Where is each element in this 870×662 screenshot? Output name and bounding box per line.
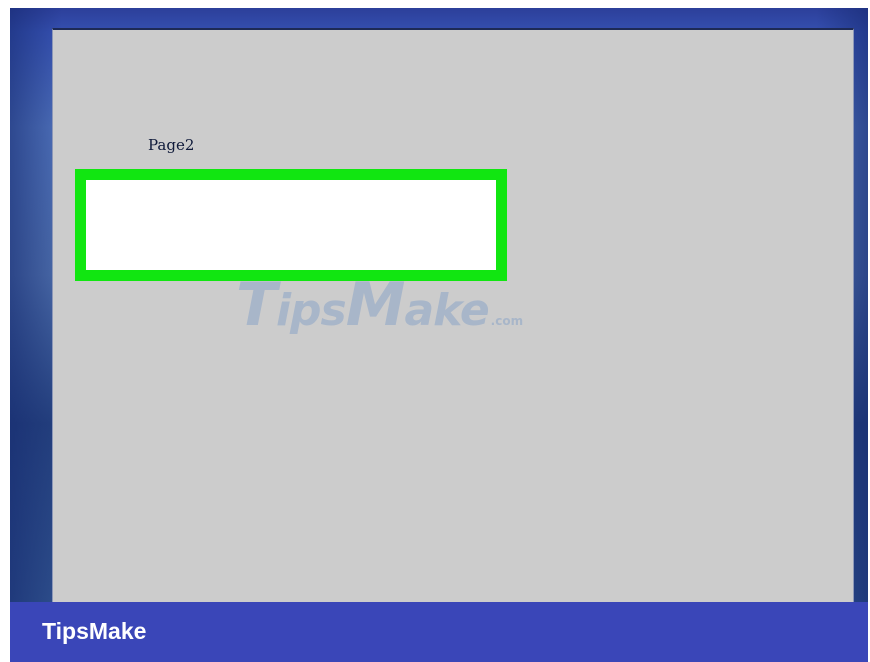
page-label: Page2: [148, 136, 195, 154]
footer-bar: TipsMake: [10, 602, 868, 662]
highlighted-text-box[interactable]: [75, 169, 507, 281]
screenshot-frame: Page2 TipsMake .com TipsMake: [0, 0, 870, 662]
watermark-part1: T: [236, 270, 277, 340]
watermark-suffix: .com: [490, 314, 524, 328]
watermark-part4: ake: [404, 285, 489, 336]
footer-brand: TipsMake: [42, 618, 147, 644]
watermark-part2: ips: [275, 285, 347, 336]
watermark-logo: TipsMake .com: [236, 270, 523, 340]
watermark-part3: M: [345, 270, 406, 340]
